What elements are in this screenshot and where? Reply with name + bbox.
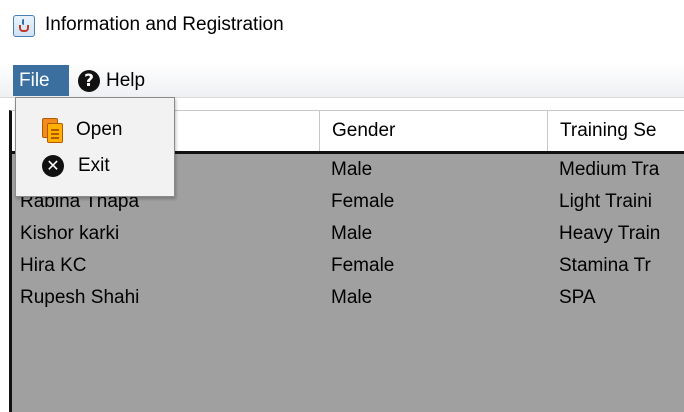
cell-gender: Female bbox=[331, 255, 395, 276]
cell-gender: Female bbox=[331, 191, 395, 212]
cell-training: Heavy Train bbox=[559, 223, 661, 244]
table-row[interactable]: Kishor karki Male Heavy Train bbox=[12, 218, 684, 249]
menu-help-label: Help bbox=[106, 69, 146, 91]
cell-name: Rupesh Shahi bbox=[20, 287, 140, 308]
menu-item-exit-label: Exit bbox=[78, 155, 110, 176]
window-title: Information and Registration bbox=[45, 14, 284, 35]
cell-gender: Male bbox=[331, 287, 373, 308]
menu-file[interactable]: File bbox=[13, 65, 69, 96]
menu-item-exit[interactable]: ✕ Exit bbox=[16, 148, 172, 184]
menu-bar: File ? Help bbox=[0, 63, 684, 98]
table-row[interactable]: Rupesh Shahi Male SPA bbox=[12, 282, 684, 313]
menu-item-open[interactable]: Open bbox=[16, 112, 172, 148]
cell-training: Light Traini bbox=[559, 191, 652, 212]
cell-gender: Male bbox=[331, 223, 373, 244]
cell-name: Kishor karki bbox=[20, 223, 120, 244]
java-cup-icon bbox=[13, 15, 35, 37]
table-row[interactable]: Hira KC Female Stamina Tr bbox=[12, 250, 684, 281]
cell-training: SPA bbox=[559, 287, 596, 308]
open-documents-icon bbox=[42, 118, 63, 143]
cell-name: Hira KC bbox=[20, 255, 87, 276]
column-header-gender[interactable]: Gender bbox=[319, 111, 547, 151]
column-header-training[interactable]: Training Se bbox=[547, 111, 684, 151]
menu-help[interactable]: ? Help bbox=[78, 65, 145, 96]
cell-training: Stamina Tr bbox=[559, 255, 651, 276]
menu-item-open-label: Open bbox=[76, 119, 123, 140]
cell-training: Medium Tra bbox=[559, 159, 660, 180]
title-bar: Information and Registration bbox=[0, 0, 684, 56]
file-dropdown-menu: Open ✕ Exit bbox=[15, 97, 175, 197]
close-circle-icon: ✕ bbox=[42, 155, 64, 177]
cell-gender: Male bbox=[331, 159, 373, 180]
question-circle-icon: ? bbox=[78, 69, 100, 92]
